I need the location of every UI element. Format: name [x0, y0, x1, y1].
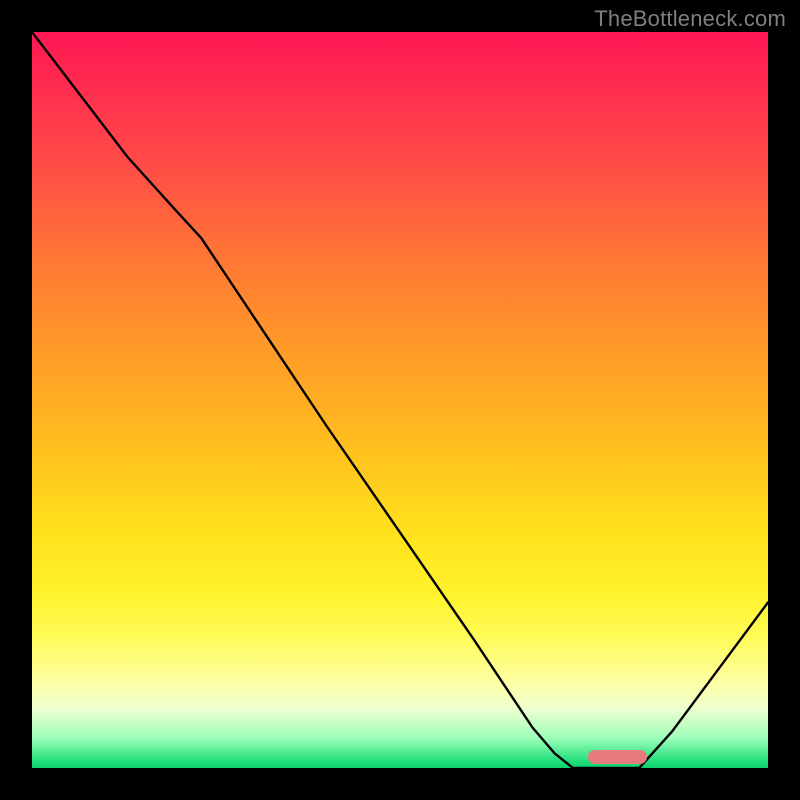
watermark-text: TheBottleneck.com — [594, 6, 786, 32]
optimal-marker — [588, 750, 647, 764]
chart-frame: TheBottleneck.com — [0, 0, 800, 800]
plot-area — [32, 32, 768, 768]
bottleneck-curve — [32, 32, 768, 768]
